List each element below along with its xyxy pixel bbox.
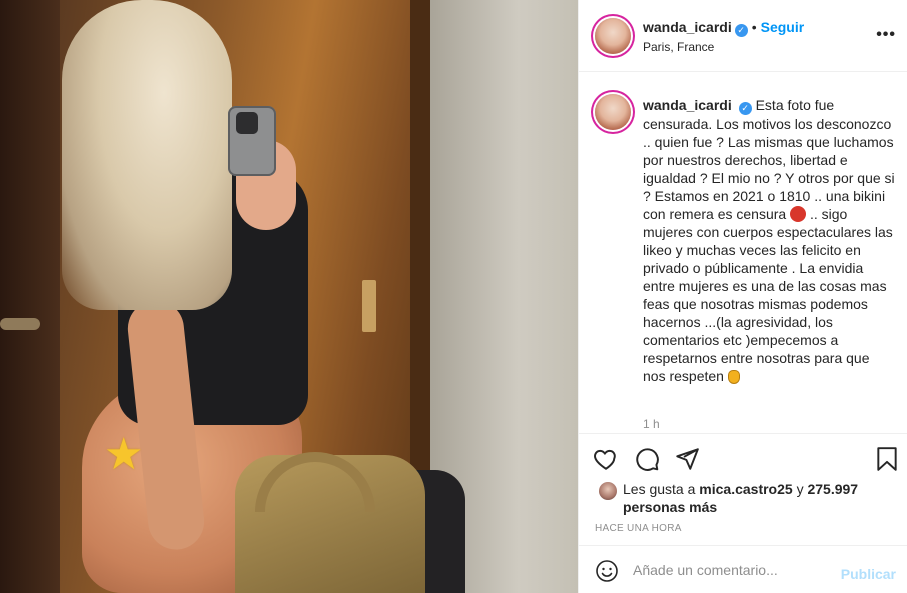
bookmark-icon[interactable] xyxy=(874,446,900,472)
caption-username[interactable]: wanda_icardi xyxy=(643,97,732,113)
post-header: wanda_icardi ✓ • Seguir Paris, France ••• xyxy=(579,0,907,72)
paper-plane-icon[interactable] xyxy=(674,446,700,472)
more-options-icon[interactable]: ••• xyxy=(876,26,896,44)
person-hair xyxy=(62,0,232,310)
liker-avatar[interactable] xyxy=(599,482,617,500)
post-photo[interactable]: ★ xyxy=(0,0,578,593)
dot-separator: • xyxy=(751,19,757,35)
smiley-icon[interactable] xyxy=(595,559,619,583)
avatar[interactable] xyxy=(595,18,631,54)
caption-text: wanda_icardi ✓ Esta foto fue censurada. L… xyxy=(643,96,895,385)
phone-camera xyxy=(236,112,258,134)
angry-face-icon xyxy=(790,206,807,222)
phone xyxy=(228,106,276,176)
caption-avatar[interactable] xyxy=(595,94,631,130)
follow-button[interactable]: Seguir xyxy=(761,19,805,35)
caption-part-2: .. sigo mujeres con cuerpos espectacular… xyxy=(643,206,893,384)
verified-badge-icon: ✓ xyxy=(738,102,752,115)
star-icon: ★ xyxy=(104,429,144,480)
comment-bar: Publicar xyxy=(579,545,907,593)
likes-and: y xyxy=(796,481,804,497)
liker-username[interactable]: mica.castro25 xyxy=(699,481,792,497)
caption-time: 1 h xyxy=(643,417,660,431)
comment-icon[interactable] xyxy=(634,446,660,472)
header-user-line: wanda_icardi ✓ • Seguir xyxy=(643,19,804,37)
door-hinge xyxy=(362,280,376,332)
likes-prefix: Les gusta a xyxy=(623,481,696,497)
post-side-panel: wanda_icardi ✓ • Seguir Paris, France ••• w… xyxy=(578,0,907,593)
publish-button[interactable]: Publicar xyxy=(841,566,896,582)
post-timestamp[interactable]: HACE UNA HORA xyxy=(595,523,682,534)
action-bar xyxy=(579,434,907,484)
door-knob xyxy=(0,318,40,330)
door-frame xyxy=(0,0,60,593)
comment-input[interactable] xyxy=(633,560,833,580)
location-link[interactable]: Paris, France xyxy=(643,40,714,54)
verified-badge-icon: ✓ xyxy=(734,24,748,37)
caption-area: wanda_icardi ✓ Esta foto fue censurada. L… xyxy=(579,72,907,434)
header-username[interactable]: wanda_icardi xyxy=(643,19,732,35)
caption-part-1: Esta foto fue censurada. Los motivos los… xyxy=(643,97,895,222)
likes-text: Les gusta a mica.castro25 y 275.997 pers… xyxy=(623,480,895,516)
raised-hand-icon xyxy=(727,370,740,384)
heart-icon[interactable] xyxy=(593,446,619,472)
